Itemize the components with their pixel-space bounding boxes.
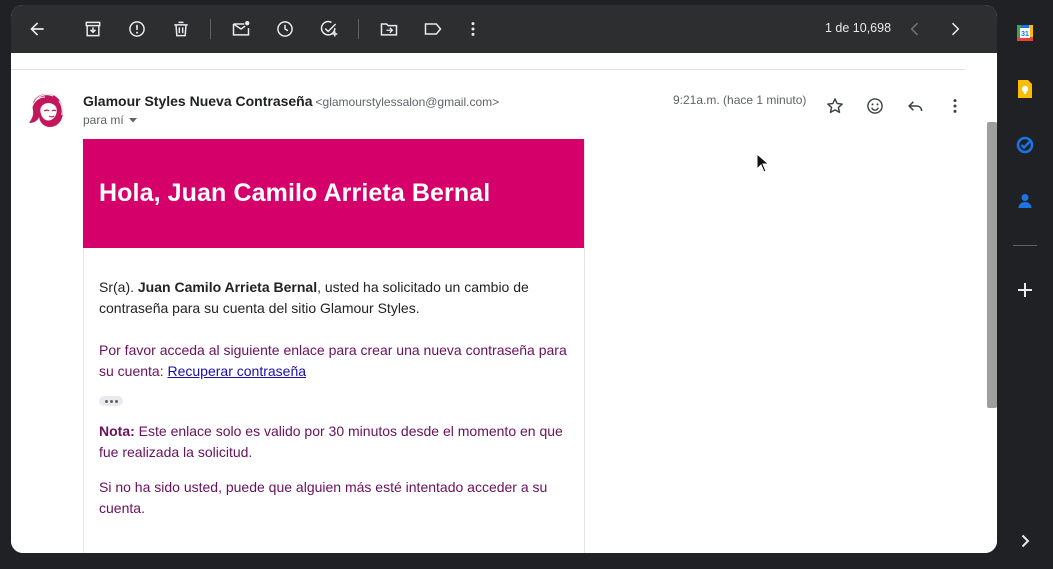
sender-name: Glamour Styles Nueva Contraseña (83, 93, 313, 109)
dot (104, 399, 108, 403)
chevron-left-icon (910, 22, 919, 36)
recipient-label: para mí (83, 113, 124, 127)
toolbar-divider (358, 19, 359, 39)
dot (109, 399, 113, 403)
newer-button[interactable] (899, 13, 931, 45)
message-more-button[interactable] (939, 90, 971, 122)
note-label: Nota: (99, 423, 135, 439)
move-to-icon (380, 23, 398, 36)
recipient-toggle[interactable]: para mí (83, 113, 138, 127)
back-arrow-icon (30, 22, 44, 36)
recover-password-link[interactable]: Recuperar contraseña (168, 363, 307, 379)
archive-button[interactable] (77, 13, 109, 45)
reply-icon (908, 101, 923, 112)
add-to-tasks-button[interactable] (313, 13, 345, 45)
note-text: Este enlace solo es valido por 30 minuto… (99, 423, 563, 460)
calendar-app-button[interactable]: 31 (1009, 17, 1041, 49)
star-button[interactable] (819, 90, 851, 122)
keep-icon (1018, 80, 1032, 98)
greeting-paragraph: Sr(a). Juan Camilo Arrieta Bernal, usted… (99, 277, 574, 319)
report-spam-icon (129, 21, 145, 37)
pagination-count: 1 de 10,698 (825, 21, 892, 35)
toolbar-divider (210, 19, 211, 39)
get-addons-button[interactable] (1009, 274, 1041, 306)
snooze-button[interactable] (269, 13, 301, 45)
email-banner: Hola, Juan Camilo Arrieta Bernal (83, 139, 584, 248)
message-toolbar: 1 de 10,698 (11, 5, 997, 53)
contacts-icon (1018, 194, 1032, 208)
dot (114, 399, 118, 403)
message-timestamp: 9:21a.m. (hace 1 minuto) (673, 93, 807, 107)
more-vert-icon (953, 99, 957, 113)
label-icon (424, 23, 442, 35)
add-icon (1018, 283, 1032, 297)
star-icon (827, 98, 843, 114)
greeting-prefix: Sr(a). (99, 279, 138, 295)
mark-unread-button[interactable] (225, 13, 257, 45)
salon-logo-icon (29, 94, 63, 127)
warning-paragraph: Si no ha sido usted, puede que alguien m… (99, 479, 548, 516)
snooze-icon (277, 21, 293, 37)
reply-button[interactable] (899, 90, 931, 122)
mail-view: 1 de 10,698 Glamour Styles Nueva Contras… (11, 5, 997, 553)
chevron-right-icon (951, 22, 960, 36)
contacts-app-button[interactable] (1009, 185, 1041, 217)
svg-text:31: 31 (1021, 31, 1029, 38)
sender-avatar[interactable] (26, 89, 68, 131)
back-button[interactable] (21, 13, 53, 45)
delete-icon (174, 21, 188, 37)
banner-title: Hola, Juan Camilo Arrieta Bernal (99, 179, 491, 207)
delete-button[interactable] (165, 13, 197, 45)
sender[interactable]: Glamour Styles Nueva Contraseña <glamours… (83, 93, 499, 109)
mark-unread-icon (232, 21, 250, 36)
tasks-app-button[interactable] (1009, 129, 1041, 161)
archive-icon (85, 21, 101, 37)
add-task-icon (320, 20, 338, 37)
tasks-icon (1016, 136, 1034, 154)
labels-button[interactable] (417, 13, 449, 45)
sender-email: <glamourstylessalon@gmail.com> (315, 95, 500, 109)
add-reaction-button[interactable] (859, 90, 891, 122)
move-to-button[interactable] (373, 13, 405, 45)
side-panel-divider (1013, 245, 1037, 246)
chevron-right-icon (1021, 534, 1030, 548)
older-button[interactable] (939, 13, 971, 45)
keep-app-button[interactable] (1009, 73, 1041, 105)
more-vert-icon (471, 22, 475, 36)
expand-side-panel-button[interactable] (1009, 525, 1041, 557)
mouse-cursor-icon (756, 153, 770, 173)
greeting-name: Juan Camilo Arrieta Bernal (137, 279, 318, 295)
show-trimmed-content-button[interactable] (99, 396, 123, 406)
divider (11, 69, 965, 70)
more-actions-button[interactable] (457, 13, 489, 45)
note-paragraph: Nota: Este enlace solo es valido por 30 … (99, 421, 574, 463)
calendar-icon: 31 (1017, 25, 1033, 41)
report-spam-button[interactable] (121, 13, 153, 45)
message-content: Glamour Styles Nueva Contraseña <glamours… (11, 53, 981, 553)
caret-down-icon (128, 118, 137, 123)
instruction-paragraph: Por favor acceda al siguiente enlace par… (99, 340, 574, 382)
scrollbar-thumb[interactable] (987, 122, 997, 408)
emoji-icon (867, 98, 883, 114)
